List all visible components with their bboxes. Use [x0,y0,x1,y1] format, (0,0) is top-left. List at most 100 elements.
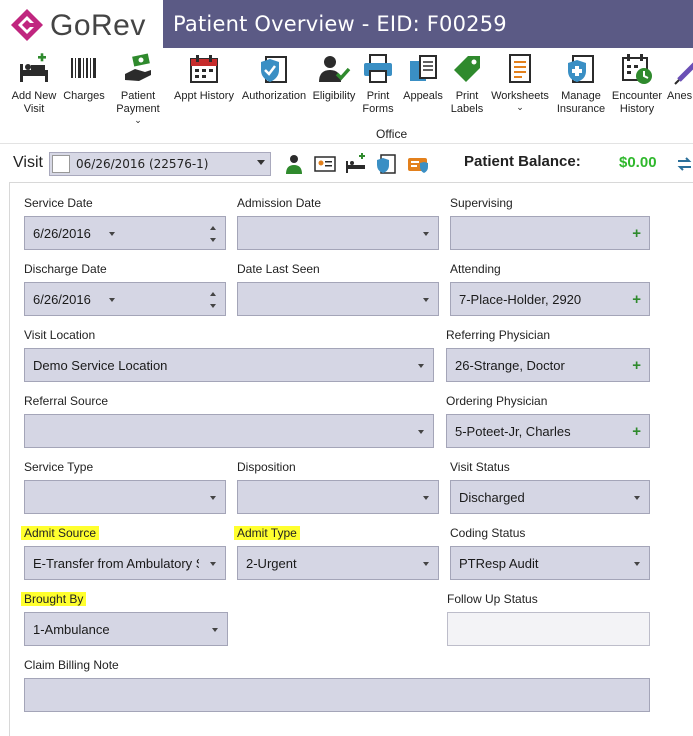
ordering-physician-field[interactable]: 5-Poteet-Jr, Charles + [446,414,650,448]
money-hand-icon [125,53,151,81]
brought-by-highlight: Brought By [21,592,87,606]
claim-billing-note-label: Claim Billing Note [24,658,119,672]
eligibility-button[interactable]: Eligibility [311,52,357,103]
plus-icon[interactable]: + [632,292,641,307]
charges-button[interactable]: Charges [62,52,106,103]
chevron-down-icon[interactable] [210,496,216,500]
manage-insurance-button[interactable]: Manage Insurance [555,52,607,116]
chevron-down-icon[interactable] [418,364,424,368]
admit-type-select[interactable]: 2-Urgent [237,546,439,580]
anesthesia-button[interactable]: Anes [667,52,693,103]
gorev-logo: GoRev [0,0,163,48]
visit-status-select[interactable]: Discharged [450,480,650,514]
plus-icon[interactable]: + [632,226,641,241]
attending-field[interactable]: 7-Place-Holder, 2920 + [450,282,650,316]
admission-date-field[interactable] [237,216,439,250]
chevron-down-icon[interactable] [210,562,216,566]
claim-billing-note-input[interactable] [24,678,650,712]
date-last-seen-field[interactable] [237,282,439,316]
visit-form-panel: Service Date 6/26/2016 Admission Date Su… [9,182,693,736]
visit-label: Visit [13,154,43,171]
chevron-down-icon[interactable] [423,232,429,236]
plus-icon[interactable]: + [632,358,641,373]
appeals-button[interactable]: Appeals [401,52,445,103]
brought-by-select[interactable]: 1-Ambulance [24,612,228,646]
follow-up-status-label: Follow Up Status [447,592,538,606]
admit-source-label: Admit Source [21,525,100,541]
admit-type-label: Admit Type [234,525,300,541]
visit-checkbox[interactable] [52,155,70,173]
chevron-down-icon[interactable] [212,628,218,632]
attending-label: Attending [450,262,501,276]
referring-physician-label: Referring Physician [446,328,551,342]
worksheets-button[interactable]: Worksheets ⌄ [489,52,551,112]
gorev-logo-icon [11,9,43,41]
chevron-down-icon[interactable] [634,562,640,566]
encounter-history-button[interactable]: Encounter History [610,52,664,116]
printer-icon [364,54,392,83]
discharge-date-field[interactable]: 6/26/2016 [24,282,226,316]
chevron-down-icon[interactable] [109,298,115,302]
chevron-down-icon[interactable] [423,496,429,500]
service-type-select[interactable] [24,480,226,514]
logo-text: GoRev [50,9,146,42]
chevron-down-icon[interactable] [423,562,429,566]
ordering-physician-label: Ordering Physician [446,394,548,408]
chevron-down-icon[interactable] [109,232,115,236]
syringe-icon [674,62,693,85]
admit-type-highlight: Admit Type [234,526,300,540]
admit-source-select[interactable]: E-Transfer from Ambulatory S [24,546,226,580]
chevron-down-icon[interactable] [423,298,429,302]
patient-payment-button[interactable]: Patient Payment ⌄ [109,52,167,125]
supervising-label: Supervising [450,196,513,210]
ribbon-toolbar: Add New Visit Charges Patient Payment ⌄ … [0,48,693,144]
spinner-icon[interactable] [209,226,217,242]
supervising-field[interactable]: + [450,216,650,250]
visit-selector-row: Visit 06/26/2016 (22576-1) Patient Balan… [0,144,693,182]
refresh-icon[interactable] [676,154,693,174]
appt-history-button[interactable]: Appt History [172,52,236,103]
visit-location-label: Visit Location [24,328,96,342]
discharge-date-label: Discharge Date [24,262,107,276]
worksheet-icon [509,54,531,83]
visit-location-select[interactable]: Demo Service Location [24,348,434,382]
tag-icon [454,56,480,82]
follow-up-status-field[interactable] [447,612,650,646]
insurance-badge-icon[interactable] [407,153,429,175]
add-new-visit-button[interactable]: Add New Visit [11,52,57,116]
id-card-icon[interactable] [314,153,336,175]
calendar-clock-icon [622,54,652,84]
disposition-label: Disposition [237,460,296,474]
service-date-field[interactable]: 6/26/2016 [24,216,226,250]
patient-balance-label: Patient Balance: [464,153,581,170]
visit-select[interactable]: 06/26/2016 (22576-1) [49,152,271,176]
referral-source-select[interactable] [24,414,434,448]
app-header: GoRev Patient Overview - EID: F00259 [0,0,693,48]
shield-clipboard-icon [261,56,287,83]
bed-plus-icon[interactable] [345,153,367,175]
print-forms-button[interactable]: Print Forms [361,52,395,116]
doctor-icon[interactable] [283,153,305,175]
barcode-icon [71,58,96,78]
spinner-icon[interactable] [209,292,217,308]
chevron-down-icon[interactable] [634,496,640,500]
coding-status-select[interactable]: PTResp Audit [450,546,650,580]
admit-source-highlight: Admit Source [21,526,100,540]
chevron-down-icon: ⌄ [516,102,524,112]
toolbar-group-label: Office [376,127,408,141]
authorization-button[interactable]: Authorization [240,52,308,103]
referring-physician-field[interactable]: 26-Strange, Doctor + [446,348,650,382]
disposition-select[interactable] [237,480,439,514]
chevron-down-icon: ⌄ [134,115,142,125]
referral-source-label: Referral Source [24,394,109,408]
plus-icon[interactable]: + [632,424,641,439]
print-labels-button[interactable]: Print Labels [449,52,485,116]
admission-date-label: Admission Date [237,196,322,210]
service-date-label: Service Date [24,196,93,210]
chevron-down-icon[interactable] [418,430,424,434]
bed-plus-icon [20,53,48,82]
shield-clipboard-icon[interactable] [375,153,397,175]
coding-status-label: Coding Status [450,526,526,540]
date-last-seen-label: Date Last Seen [237,262,320,276]
visit-status-label: Visit Status [450,460,510,474]
